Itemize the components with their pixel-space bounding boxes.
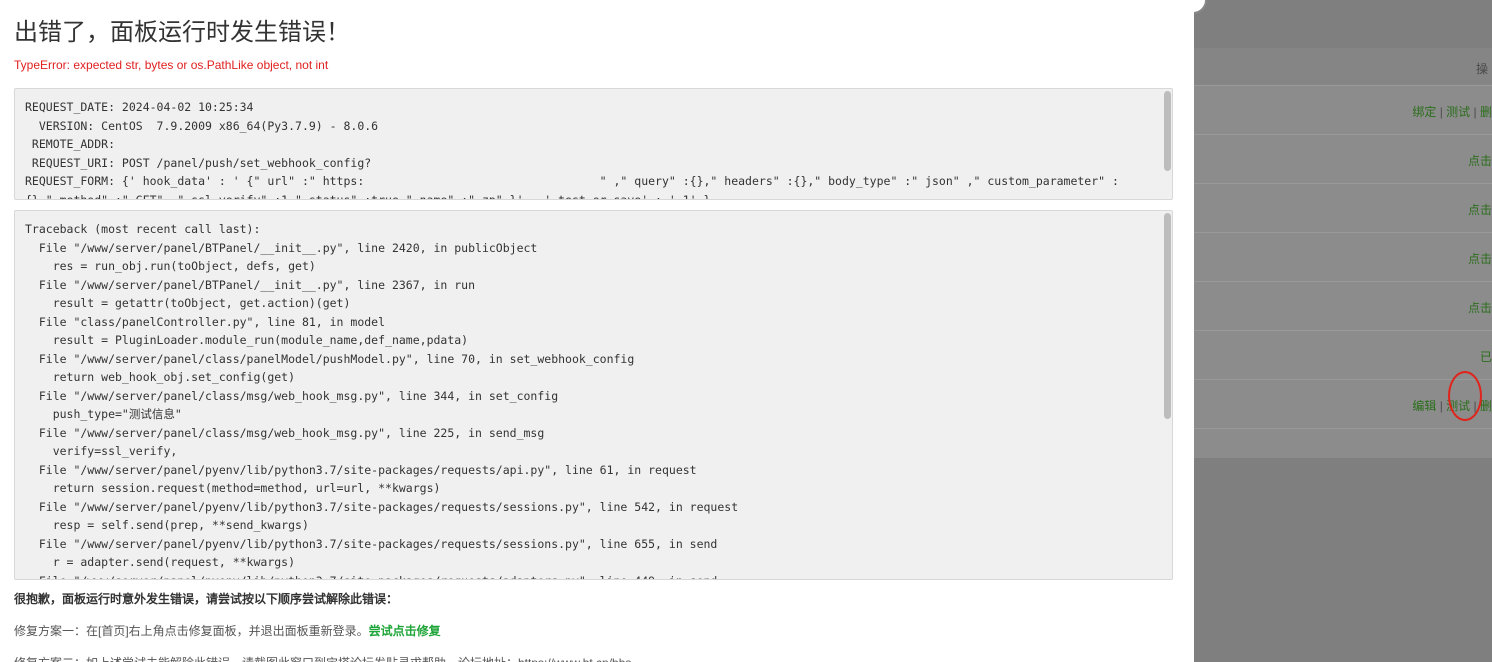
table-row: 编辑 | 测试 | 删 xyxy=(1194,380,1492,429)
request-info-box[interactable]: REQUEST_DATE: 2024-04-02 10:25:34 VERSIO… xyxy=(14,88,1173,200)
row-actions: 已 xyxy=(1480,348,1492,365)
row-action-link[interactable]: 点击 xyxy=(1468,301,1492,315)
try-repair-link[interactable]: 尝试点击修复 xyxy=(369,624,441,638)
table-row: 点击 xyxy=(1194,135,1492,184)
row-actions: 点击 xyxy=(1468,201,1492,218)
error-message: TypeError: expected str, bytes or os.Pat… xyxy=(14,58,329,72)
fix-option-1-text: 修复方案一：在[首页]右上角点击修复面板，并退出面板重新登录。 xyxy=(14,624,369,638)
row-action-link[interactable]: 点击 xyxy=(1468,154,1492,168)
table-header: 操 xyxy=(1194,48,1492,86)
request-info-text: REQUEST_DATE: 2024-04-02 10:25:34 VERSIO… xyxy=(25,100,1119,200)
table-row: 点击 xyxy=(1194,233,1492,282)
row-action-link[interactable]: 删 xyxy=(1480,399,1492,413)
row-actions: 点击 xyxy=(1468,299,1492,316)
row-action-link[interactable]: 绑定 xyxy=(1412,105,1436,119)
error-dialog: 出错了，面板运行时发生错误！ TypeError: expected str, … xyxy=(0,0,1194,662)
fix-option-1: 修复方案一：在[首页]右上角点击修复面板，并退出面板重新登录。尝试点击修复 xyxy=(14,622,441,639)
action-separator: | xyxy=(1436,105,1447,119)
row-action-link[interactable]: 删 xyxy=(1480,105,1492,119)
traceback-text: Traceback (most recent call last): File … xyxy=(25,222,739,579)
row-action-link[interactable]: 编辑 xyxy=(1412,399,1436,413)
table-row: 点击 xyxy=(1194,282,1492,331)
row-actions: 绑定 | 测试 | 删 xyxy=(1412,103,1492,120)
sorry-text: 很抱歉，面板运行时意外发生错误，请尝试按以下顺序尝试解除此错误： xyxy=(14,592,399,606)
row-actions: 点击 xyxy=(1468,250,1492,267)
traceback-scrollbar[interactable] xyxy=(1164,213,1171,419)
request-info-scrollbar[interactable] xyxy=(1164,91,1171,171)
action-separator: | xyxy=(1470,105,1480,119)
table-row: 已 xyxy=(1194,331,1492,380)
table-header-label: 操 xyxy=(1475,62,1488,76)
table-row: 绑定 | 测试 | 删 xyxy=(1194,86,1492,135)
background-page: 操 绑定 | 测试 | 删点击 点击 点击 点击已编辑 | 测试 | 删 xyxy=(1194,0,1492,662)
dialog-title: 出错了，面板运行时发生错误！ xyxy=(14,18,350,46)
traceback-box[interactable]: Traceback (most recent call last): File … xyxy=(14,210,1173,580)
row-action-link[interactable]: 点击 xyxy=(1468,252,1492,266)
fix-option-2: 修复方案二：如上述尝试未能解除此错误，请截图此窗口到宝塔论坛发贴寻求帮助，论坛地… xyxy=(14,654,631,662)
table-row: 点击 xyxy=(1194,184,1492,233)
action-separator: | xyxy=(1436,399,1447,413)
highlight-circle xyxy=(1448,371,1482,421)
row-actions: 点击 xyxy=(1468,152,1492,169)
row-action-link[interactable]: 已 xyxy=(1480,350,1492,364)
row-action-link[interactable]: 测试 xyxy=(1446,105,1470,119)
row-action-link[interactable]: 点击 xyxy=(1468,203,1492,217)
